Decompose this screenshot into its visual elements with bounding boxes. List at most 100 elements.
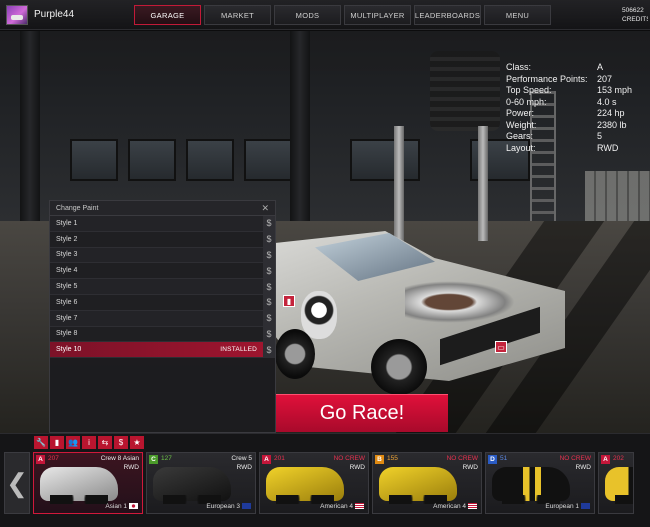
tire-stack: [430, 51, 500, 131]
go-race-button[interactable]: Go Race!: [276, 394, 448, 432]
stat-label: 0-60 mph:: [506, 96, 547, 107]
style-label: Style 6: [56, 298, 78, 306]
chevron-left-icon[interactable]: ❮: [4, 452, 30, 514]
garage-window: [186, 139, 234, 181]
car-card[interactable]: C 127 Crew 5 RWD European 3: [146, 452, 256, 514]
stat-value: 153 mph: [597, 85, 633, 95]
crew-icon[interactable]: 👥: [66, 436, 80, 449]
style-label: Style 7: [56, 314, 78, 322]
nav-leaderboards[interactable]: LEADERBOARDS: [414, 5, 481, 25]
hood-tag-icon: ▭: [495, 341, 507, 353]
us-flag-icon: [355, 503, 364, 509]
car-thumbnail: [605, 467, 633, 504]
dollar-icon[interactable]: $: [263, 326, 275, 342]
car-thumbnail: [492, 467, 570, 504]
car-stats: Class: A Performance Points: 207 Top Speed…: [506, 62, 646, 154]
style-label: Style 8: [56, 330, 78, 338]
region-text: American 4: [320, 503, 353, 510]
stat-power: Power: 224 hp: [506, 108, 646, 120]
car-card[interactable]: A 202: [598, 452, 634, 514]
credits-value: 506622: [622, 7, 644, 14]
stat-label: Weight:: [506, 119, 537, 130]
dollar-icon[interactable]: $: [263, 247, 275, 263]
door-tag-icon: ▮: [283, 295, 295, 307]
garage-window: [350, 139, 420, 181]
dollar-icon[interactable]: $: [263, 216, 275, 231]
nav-market[interactable]: MARKET: [204, 5, 271, 25]
stat-value: 207: [597, 73, 613, 84]
car-thumbnail: [379, 467, 457, 504]
star-icon[interactable]: ★: [130, 436, 144, 449]
car-card[interactable]: D 51 NO CREW RWD European 1: [485, 452, 595, 514]
panel-title: Change Paint: [56, 204, 99, 212]
car-thumbnail: [40, 467, 118, 504]
close-icon[interactable]: ✕: [261, 203, 269, 214]
stat-layout: Layout: RWD: [506, 143, 646, 155]
style-label: Style 1: [56, 219, 78, 227]
nav-multiplayer[interactable]: MULTIPLAYER: [344, 5, 411, 25]
class-badge: C: [149, 455, 158, 464]
car-card[interactable]: A 207 Crew 8 Asian RWD Asian 1: [33, 452, 143, 514]
class-badge: B: [375, 455, 384, 464]
dollar-icon[interactable]: $: [263, 294, 275, 310]
style-option-installed[interactable]: Style 10 INSTALLED $: [50, 342, 275, 359]
style-option[interactable]: Style 7 $: [50, 310, 275, 327]
region-text: European 3: [206, 503, 240, 510]
nav-garage[interactable]: GARAGE: [134, 5, 201, 25]
performance-points: 127: [161, 455, 172, 462]
credits-display: 506622 CREDITS: [622, 6, 648, 24]
stat-top-speed: Top Speed: 153 mph: [506, 85, 646, 97]
garage-window: [128, 139, 176, 181]
performance-points: 51: [500, 455, 508, 462]
crew-label: NO CREW: [446, 455, 478, 462]
car-icon[interactable]: ⇆: [98, 436, 112, 449]
eu-flag-icon: [242, 503, 251, 509]
style-option[interactable]: Style 8 $: [50, 326, 275, 343]
stat-value: 224 hp: [597, 108, 625, 118]
drive-label: RWD: [462, 464, 478, 471]
dollar-icon[interactable]: $: [263, 263, 275, 279]
style-option[interactable]: Style 2 $: [50, 231, 275, 248]
garage-pillar: [290, 31, 310, 231]
drive-label: RWD: [236, 464, 252, 471]
garage-window: [244, 139, 292, 181]
info-icon[interactable]: i: [82, 436, 96, 449]
drive-label: RWD: [123, 464, 139, 471]
region-label: American 4: [433, 503, 477, 510]
dollar-icon[interactable]: $: [263, 310, 275, 326]
car-list: A 207 Crew 8 Asian RWD Asian 1 C 127 Cre…: [33, 452, 634, 514]
main-nav: GARAGE MARKET MODS MULTIPLAYER LEADERBOA…: [134, 5, 551, 25]
car-front-wheel: [371, 339, 427, 395]
crew-label: Crew 5: [231, 455, 252, 462]
car-rear-wheel: [275, 329, 315, 379]
dollar-icon[interactable]: $: [263, 231, 275, 247]
stat-label: Gears:: [506, 131, 534, 141]
class-badge: A: [36, 455, 45, 464]
panel-header: Change Paint ✕: [50, 201, 275, 216]
paint-bucket-icon[interactable]: ▮: [50, 436, 64, 449]
car-thumbnail: [153, 467, 231, 504]
nav-menu[interactable]: MENU: [484, 5, 551, 25]
avatar[interactable]: [6, 5, 28, 25]
stat-label: Performance Points:: [506, 73, 588, 84]
dollar-icon[interactable]: $: [263, 342, 275, 358]
dollar-icon[interactable]: $: [114, 436, 128, 449]
stat-value: 2380 lb: [597, 119, 627, 130]
change-paint-panel: Change Paint ✕ Style 1 $ Style 2 $ Style 3…: [49, 200, 276, 433]
car-hood-decal: [405, 281, 515, 323]
style-option[interactable]: Style 3 $: [50, 247, 275, 264]
car-card[interactable]: A 201 NO CREW RWD American 4: [259, 452, 369, 514]
dollar-icon[interactable]: $: [263, 279, 275, 294]
drive-label: RWD: [349, 464, 365, 471]
style-option[interactable]: Style 4 $: [50, 263, 275, 280]
car-card[interactable]: B 155 NO CREW RWD American 4: [372, 452, 482, 514]
style-option[interactable]: Style 1 $: [50, 216, 275, 232]
region-label: European 3: [206, 503, 251, 510]
stat-value: 5: [597, 131, 603, 141]
style-option[interactable]: Style 5 $: [50, 279, 275, 295]
nav-mods[interactable]: MODS: [274, 5, 341, 25]
wrench-icon[interactable]: 🔧: [34, 436, 48, 449]
style-option[interactable]: Style 6 $: [50, 294, 275, 311]
performance-points: 155: [387, 455, 398, 462]
garage-window: [70, 139, 118, 181]
